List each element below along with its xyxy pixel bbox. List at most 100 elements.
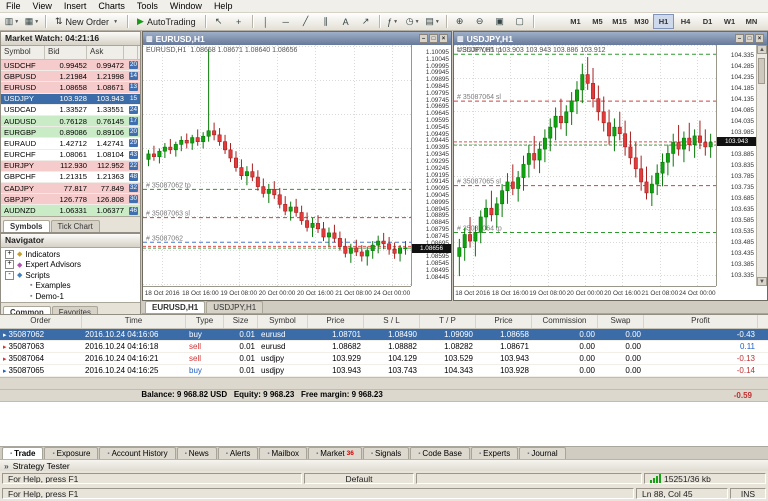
chart-title-bar[interactable]: ▥EURUSD,H1–□× xyxy=(143,32,451,45)
timeframe-w1-button[interactable]: W1 xyxy=(719,14,740,29)
templates-button[interactable]: ▤▼ xyxy=(423,13,443,30)
menu-item-help[interactable]: Help xyxy=(208,1,239,11)
market-watch-col-ask[interactable]: Ask xyxy=(87,46,124,59)
collapse-icon[interactable]: - xyxy=(5,271,14,280)
strategy-tester-bar[interactable]: » Strategy Tester xyxy=(0,459,768,471)
window-minimize-button[interactable]: – xyxy=(419,34,428,43)
menu-item-charts[interactable]: Charts xyxy=(92,1,131,11)
market-watch-row-eurgbp[interactable]: EURGBP0.890860.8910620 xyxy=(1,127,140,138)
profiles-button[interactable]: ▦▼ xyxy=(22,13,42,30)
navigator-item-indicators[interactable]: +◆Indicators xyxy=(1,249,140,260)
expand-icon[interactable]: + xyxy=(5,260,14,269)
scroll-up-button[interactable]: ▲ xyxy=(757,45,767,54)
market-watch-title[interactable]: Market Watch: 04:21:16 xyxy=(1,32,140,46)
market-watch-row-euraud[interactable]: EURAUD1.427121.4274129 xyxy=(1,138,140,149)
text-tool[interactable]: A xyxy=(336,13,356,30)
indicators-button[interactable]: ƒ▼ xyxy=(383,13,403,30)
timeframe-m1-button[interactable]: M1 xyxy=(565,14,586,29)
horizontal-line-tool[interactable]: ─ xyxy=(276,13,296,30)
menu-item-window[interactable]: Window xyxy=(164,1,208,11)
timeframe-m15-button[interactable]: M15 xyxy=(609,14,630,29)
market-watch-row-audnzd[interactable]: AUDNZD1.063311.0637746 xyxy=(1,205,140,216)
crosshair-tool[interactable]: + xyxy=(229,13,249,30)
new-order-button[interactable]: ⇅New Order▼ xyxy=(49,13,124,30)
order-row-35087063[interactable]: ▸350870632016.10.24 04:16:18sell0.01euru… xyxy=(0,341,768,353)
time-axis[interactable]: 18 Oct 201618 Oct 16:0019 Oct 08:0020 Oc… xyxy=(454,286,716,300)
terminal-tab-alerts[interactable]: ▪Alerts xyxy=(218,447,259,459)
terminal-tab-news[interactable]: ▪News xyxy=(177,447,217,459)
market-watch-row-gbpusd[interactable]: GBPUSD1.219841.2199814 xyxy=(1,71,140,82)
chart-tab-usdjpy-h1[interactable]: USDJPY,H1 xyxy=(206,301,263,313)
market-watch-col-symbol[interactable]: Symbol xyxy=(1,46,45,59)
price-scale[interactable]: 1.100951.100451.099951.099451.098951.098… xyxy=(411,45,451,286)
new-chart-button[interactable]: ▥▼ xyxy=(2,13,22,30)
market-watch-row-usdchf[interactable]: USDCHF0.994520.9947220 xyxy=(1,60,140,71)
menu-item-tools[interactable]: Tools xyxy=(131,1,164,11)
scrollbar-thumb[interactable] xyxy=(758,58,765,84)
window-restore-button[interactable]: □ xyxy=(745,34,754,43)
menu-item-view[interactable]: View xyxy=(27,1,58,11)
window-minimize-button[interactable]: – xyxy=(735,34,744,43)
timeframe-h4-button[interactable]: H4 xyxy=(675,14,696,29)
market-watch-row-usdcad[interactable]: USDCAD1.335271.3355124 xyxy=(1,105,140,116)
navigator-item-scripts[interactable]: -◆Scripts xyxy=(1,270,140,281)
scroll-down-button[interactable]: ▼ xyxy=(757,277,767,286)
timeframe-m30-button[interactable]: M30 xyxy=(631,14,652,29)
expand-panel-icon[interactable]: » xyxy=(4,461,9,471)
market-watch-tick-chart-tab[interactable]: Tick Chart xyxy=(51,220,100,232)
window-close-button[interactable]: × xyxy=(755,34,764,43)
time-axis[interactable]: 18 Oct 201618 Oct 16:0019 Oct 08:0020 Oc… xyxy=(143,286,411,300)
timeframe-d1-button[interactable]: D1 xyxy=(697,14,718,29)
zoom-out-button[interactable]: ⊖ xyxy=(470,13,490,30)
market-watch-row-audusd[interactable]: AUDUSD0.761280.7614517 xyxy=(1,116,140,127)
chart-tab-eurusd-h1[interactable]: EURUSD,H1 xyxy=(145,301,205,313)
terminal-tab-signals[interactable]: ▪Signals xyxy=(363,447,409,459)
terminal-tab-trade[interactable]: ▪Trade xyxy=(2,447,43,459)
expand-icon[interactable]: + xyxy=(5,250,14,259)
market-watch-row-eurjpy[interactable]: EURJPY112.930112.95222 xyxy=(1,161,140,172)
menu-item-file[interactable]: File xyxy=(0,1,27,11)
terminal-tab-account-history[interactable]: ▪Account History xyxy=(99,447,175,459)
candlestick-plot[interactable]: # 35087062 tp# 35087063 sl# 35087062 xyxy=(143,45,411,286)
zoom-in-button[interactable]: ⊕ xyxy=(450,13,470,30)
status-connection-section[interactable]: 15251/36 kb xyxy=(644,473,766,484)
cascade-windows-button[interactable]: ▢ xyxy=(510,13,530,30)
window-close-button[interactable]: × xyxy=(439,34,448,43)
order-row-35087062[interactable]: ▸350870622016.10.24 04:16:06buy0.01eurus… xyxy=(0,329,768,341)
market-watch-row-usdjpy[interactable]: USDJPY103.928103.94315 xyxy=(1,94,140,105)
timeframe-m5-button[interactable]: M5 xyxy=(587,14,608,29)
navigator-item-examples[interactable]: ▪Examples xyxy=(1,281,140,292)
terminal-tab-mailbox[interactable]: ▪Mailbox xyxy=(259,447,307,459)
market-watch-col-bid[interactable]: Bid xyxy=(45,46,87,59)
candlestick-plot[interactable]: # 35087065 tp# 35087064 sl# 35087065 sl#… xyxy=(454,45,716,286)
timeframe-h1-button[interactable]: H1 xyxy=(653,14,674,29)
cursor-tool[interactable]: ↖ xyxy=(209,13,229,30)
navigator-item-demo-1[interactable]: ▪Demo-1 xyxy=(1,291,140,302)
price-scale[interactable]: 104.335104.285104.235104.185104.135104.0… xyxy=(716,45,756,286)
market-watch-row-eurusd[interactable]: EURUSD1.086581.0867113 xyxy=(1,82,140,93)
terminal-tab-exposure[interactable]: ▪Exposure xyxy=(44,447,98,459)
channel-tool[interactable]: ∥ xyxy=(316,13,336,30)
tile-windows-button[interactable]: ▣ xyxy=(490,13,510,30)
navigator-title[interactable]: Navigator xyxy=(1,234,140,248)
periods-button[interactable]: ◷▼ xyxy=(403,13,423,30)
terminal-tab-journal[interactable]: ▪Journal xyxy=(519,447,565,459)
status-profile-section[interactable]: Default xyxy=(304,473,414,484)
timeframe-mn-button[interactable]: MN xyxy=(741,14,762,29)
market-watch-row-cadjpy[interactable]: CADJPY77.81777.84932 xyxy=(1,183,140,194)
terminal-tab-code-base[interactable]: ▪Code Base xyxy=(410,447,470,459)
market-watch-col-spread[interactable] xyxy=(124,46,138,59)
chart-title-bar[interactable]: ▥USDJPY,H1–□× xyxy=(454,32,767,45)
menu-item-insert[interactable]: Insert xyxy=(58,1,93,11)
trendline-tool[interactable]: ╱ xyxy=(296,13,316,30)
navigator-item-expert-advisors[interactable]: +◆Expert Advisors xyxy=(1,260,140,271)
terminal-tab-market[interactable]: ▪Market36 xyxy=(308,447,362,459)
terminal-tab-experts[interactable]: ▪Experts xyxy=(471,447,518,459)
vertical-line-tool[interactable]: │ xyxy=(256,13,276,30)
market-watch-row-gbpjpy[interactable]: GBPJPY126.778126.80830 xyxy=(1,194,140,205)
order-row-35087064[interactable]: ▸350870642016.10.24 04:16:21sell0.01usdj… xyxy=(0,353,768,365)
window-restore-button[interactable]: □ xyxy=(429,34,438,43)
order-row-35087065[interactable]: ▸350870652016.10.24 04:16:25buy0.01usdjp… xyxy=(0,365,768,377)
chart-vertical-scrollbar[interactable]: ▲▼ xyxy=(756,45,767,286)
arrow-tool[interactable]: ↗ xyxy=(356,13,376,30)
